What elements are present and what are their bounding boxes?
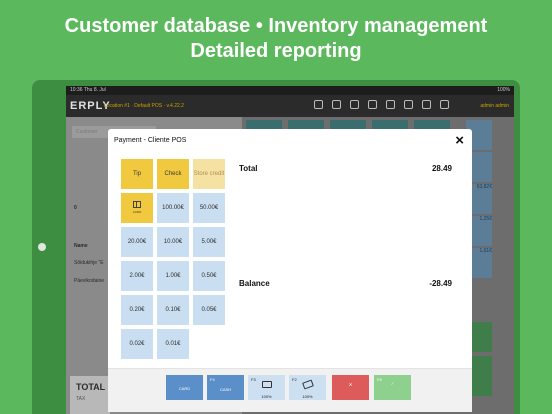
status-date: Thu 8. Jul [83, 87, 106, 93]
bg-name-label: Name [74, 243, 88, 249]
gift-icon [133, 200, 141, 208]
close-icon: ✕ [348, 382, 353, 387]
gift-icon[interactable] [404, 100, 413, 109]
bg-tile-value: 1,61€ [479, 248, 492, 254]
bg-tax-label: TAX [76, 396, 86, 402]
total-value: 28.49 [431, 164, 452, 173]
card-payment-label: CARD [178, 386, 191, 391]
user-menu[interactable]: admin admin [480, 103, 509, 109]
status-time: 10:36 [70, 87, 83, 93]
home-button-icon [38, 243, 46, 251]
bg-total-box: TOTAL TAX [70, 376, 110, 414]
banknote-icon [301, 379, 314, 390]
info-icon[interactable] [368, 100, 377, 109]
cancel-button[interactable]: ✕ [332, 375, 369, 400]
headline-line-1: Customer database • Inventory management [64, 15, 488, 37]
check-icon: ✓ [390, 381, 395, 386]
bg-row-1: Sõidukihje "E [74, 260, 104, 266]
store-credit-button[interactable]: Store credit [193, 159, 225, 189]
status-battery: 100% [497, 87, 510, 93]
location-label[interactable]: Location #1 · Default POS · v.4.22.2 [104, 103, 184, 109]
card-terminal-button[interactable]: F3 100% [248, 375, 285, 400]
gear-icon[interactable] [440, 100, 449, 109]
headline-line-2: Detailed reporting [190, 40, 362, 62]
cash-drawer-button[interactable]: F2 100% [289, 375, 326, 400]
cash-payment-label: CASH [219, 387, 232, 392]
bg-row-2: Päevikodaine [74, 278, 105, 284]
payment-modal: Payment - Cliente POS × Tip Check Store … [108, 129, 472, 412]
bg-tile-value: 63,82€ [476, 184, 492, 190]
edit-icon[interactable] [386, 100, 395, 109]
credit-card-icon [261, 381, 272, 388]
bg-zero: 0 [74, 205, 77, 211]
balance-value: -28.49 [429, 279, 452, 288]
amount-1-button[interactable]: 1.00€ [157, 261, 189, 291]
amount-2-button[interactable]: 2.00€ [121, 261, 153, 291]
register-icon[interactable] [422, 100, 431, 109]
cash-key-hint: F4 [210, 377, 215, 382]
bg-total-label: TOTAL [76, 382, 106, 392]
bg-tile-value: 1,25€ [479, 216, 492, 222]
amount-50-button[interactable]: 50.00€ [193, 193, 225, 223]
amount-010-button[interactable]: 0.10€ [157, 295, 189, 325]
amount-20-button[interactable]: 20.00€ [121, 227, 153, 257]
gift-card-label: CARD [132, 209, 142, 214]
cash-payment-button[interactable]: F4 CASH [207, 375, 244, 400]
amount-020-button[interactable]: 0.20€ [121, 295, 153, 325]
amount-100-button[interactable]: 100.00€ [157, 193, 189, 223]
tip-button[interactable]: Tip [121, 159, 153, 189]
amount-002-button[interactable]: 0.02€ [121, 329, 153, 359]
gift-card-button[interactable]: CARD [121, 193, 153, 223]
wifi-icon[interactable] [350, 100, 359, 109]
amount-10-button[interactable]: 10.00€ [157, 227, 189, 257]
payment-footer: CARD F4 CASH F3 100% F2 100% ✕ F8 ✓ [108, 368, 472, 412]
modal-title: Payment - Cliente POS [114, 137, 187, 144]
cloud-icon[interactable] [332, 100, 341, 109]
app-bar: ERPLY Location #1 · Default POS · v.4.22… [66, 95, 514, 117]
total-label: Total [239, 164, 258, 173]
amount-005-button[interactable]: 0.05€ [193, 295, 225, 325]
amount-050-button[interactable]: 0.50€ [193, 261, 225, 291]
amount-001-button[interactable]: 0.01€ [157, 329, 189, 359]
f2-key-hint: F2 [292, 377, 297, 382]
status-bar: 10:36 Thu 8. Jul 100% [66, 86, 514, 95]
f2-percent: 100% [302, 394, 313, 399]
f3-percent: 100% [261, 394, 272, 399]
amount-5-button[interactable]: 5.00€ [193, 227, 225, 257]
close-button[interactable]: × [455, 132, 464, 150]
headline: Customer database • Inventory management… [0, 14, 552, 64]
f3-key-hint: F3 [251, 377, 256, 382]
confirm-button[interactable]: F8 ✓ [374, 375, 411, 400]
check-button[interactable]: Check [157, 159, 189, 189]
card-payment-button[interactable]: CARD [166, 375, 203, 400]
balance-label: Balance [239, 279, 270, 288]
chat-icon[interactable] [314, 100, 323, 109]
